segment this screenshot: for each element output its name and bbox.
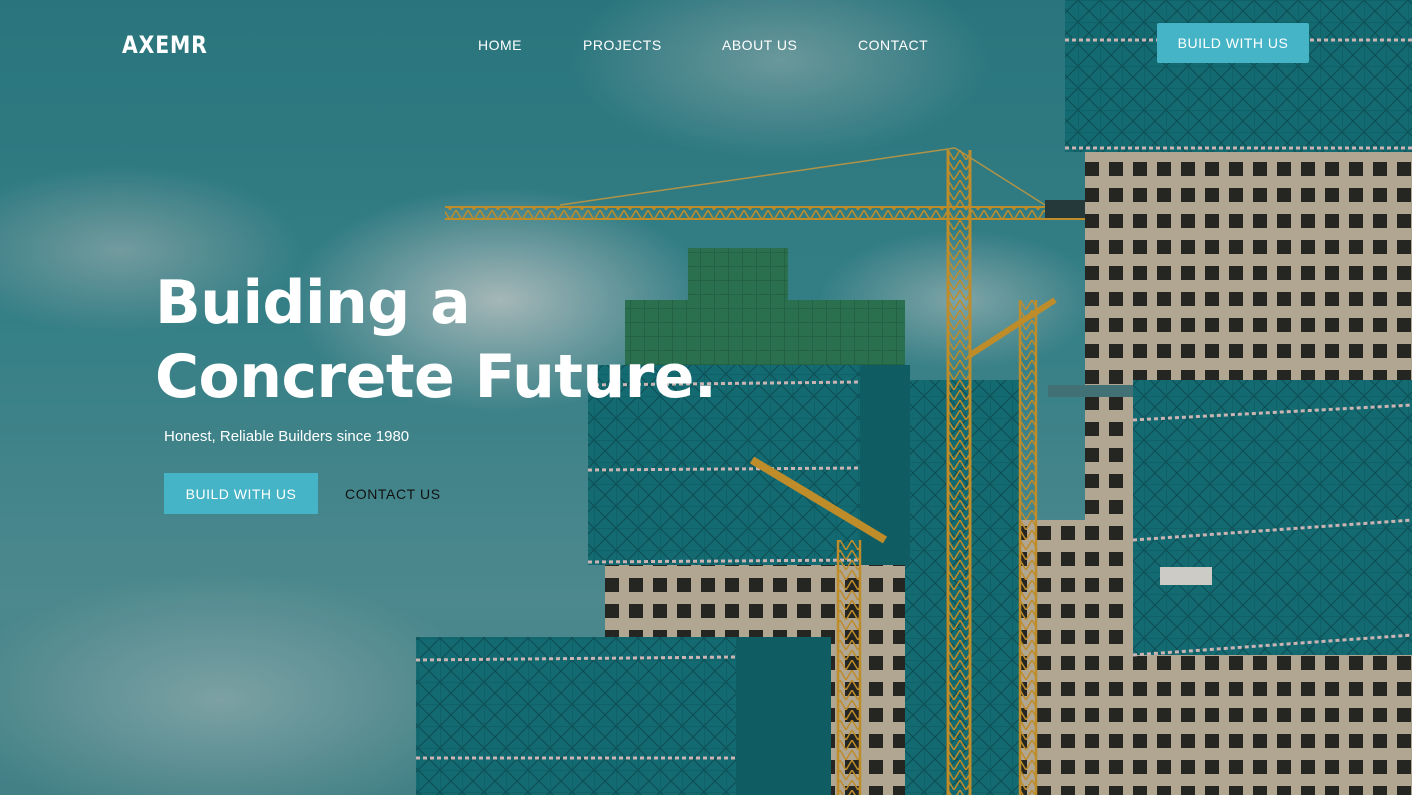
nav-link-contact[interactable]: CONTACT (858, 37, 928, 53)
hero-headline-line-1: Buiding a (155, 268, 471, 338)
nav-link-home[interactable]: HOME (478, 37, 522, 53)
nav-link-about-us[interactable]: ABOUT US (722, 37, 797, 53)
hero-section: AXEMR HOME PROJECTS ABOUT US CONTACT BUI… (0, 0, 1412, 795)
hero-build-with-us-button[interactable]: BUILD WITH US (164, 473, 318, 514)
hero-subheadline: Honest, Reliable Builders since 1980 (164, 428, 410, 445)
hero-headline-line-2: Concrete Future. (155, 342, 717, 412)
nav-build-with-us-button[interactable]: BUILD WITH US (1157, 23, 1309, 63)
nav-link-projects[interactable]: PROJECTS (583, 37, 662, 53)
hero-headline: Buiding a Concrete Future. (155, 266, 717, 414)
hero-contact-us-link[interactable]: CONTACT US (345, 486, 441, 502)
